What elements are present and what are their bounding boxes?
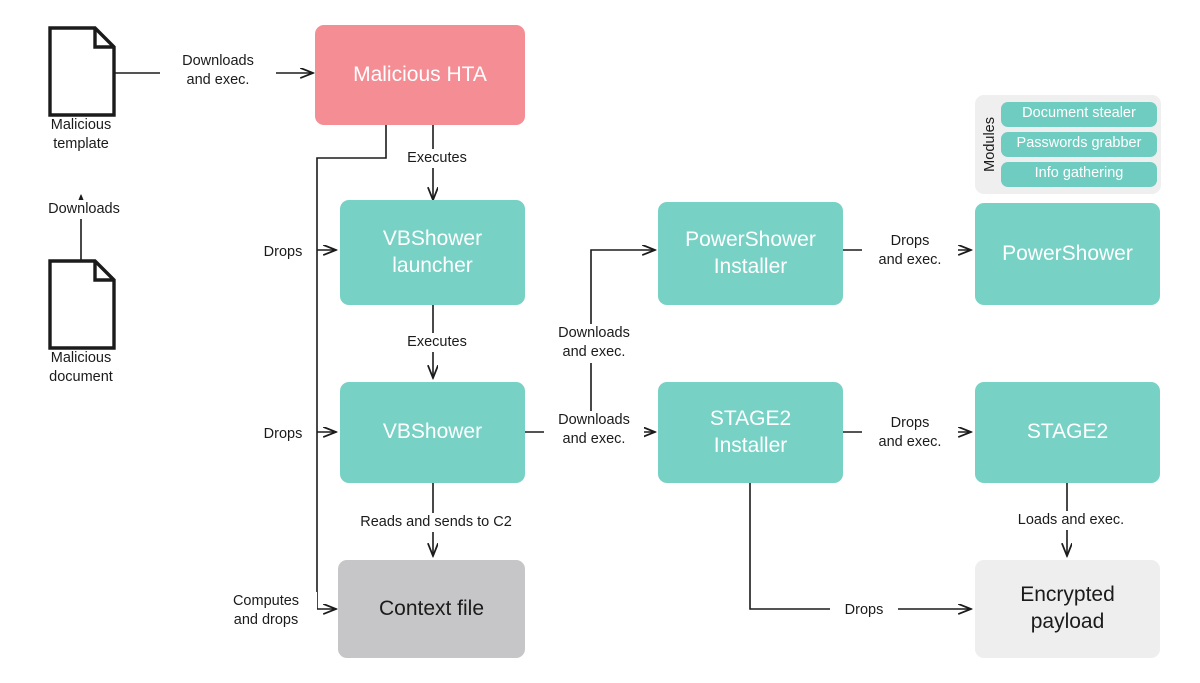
- edge-label-downloads: Downloads: [31, 200, 137, 220]
- modules-panel-title: Modules: [982, 117, 998, 172]
- edge-label-downloads-and-exec-template-hta: Downloads and exec.: [160, 52, 276, 91]
- wire-stage2-installer-to-payload: [749, 483, 971, 609]
- edge-label-drops-and-exec-stage2: Drops and exec.: [862, 414, 958, 453]
- edge-label-loads-and-exec: Loads and exec.: [999, 511, 1143, 531]
- modules-pill-list: Document stealer Passwords grabber Info …: [1001, 97, 1161, 192]
- edge-label-drops-launcher: Drops: [251, 243, 315, 263]
- malicious-document-label: Malicious document: [49, 350, 113, 386]
- node-vbshower-launcher[interactable]: VBShower launcher: [340, 200, 525, 305]
- node-stage2-installer[interactable]: STAGE2 Installer: [658, 382, 843, 483]
- malicious-template-icon: [47, 25, 117, 123]
- modules-panel: Modules Document stealer Passwords grabb…: [975, 95, 1161, 194]
- module-item-passwords-grabber[interactable]: Passwords grabber: [1001, 132, 1157, 157]
- infection-chain-diagram: Malicious template Malicious document Ma…: [0, 0, 1200, 683]
- edge-label-drops-payload: Drops: [830, 601, 898, 621]
- node-context-file[interactable]: Context file: [338, 560, 525, 658]
- edge-label-executes-hta-launcher: Executes: [391, 149, 483, 169]
- node-powershower-installer[interactable]: PowerShower Installer: [658, 202, 843, 305]
- module-item-info-gathering[interactable]: Info gathering: [1001, 161, 1157, 187]
- node-vbshower[interactable]: VBShower: [340, 382, 525, 483]
- malicious-document-icon: [47, 258, 117, 356]
- node-stage2[interactable]: STAGE2: [975, 382, 1160, 483]
- edge-label-drops-vbshower: Drops: [251, 425, 315, 445]
- edge-label-downloads-and-exec-powershower-installer: Downloads and exec.: [544, 324, 644, 363]
- wire-hta-spine: [316, 125, 387, 609]
- node-powershower[interactable]: PowerShower: [975, 203, 1160, 305]
- node-encrypted-payload[interactable]: Encrypted payload: [975, 560, 1160, 658]
- edge-label-computes-and-drops: Computes and drops: [215, 592, 317, 631]
- edge-label-downloads-and-exec-stage2-installer: Downloads and exec.: [544, 411, 644, 450]
- edge-label-executes-launcher-vbshower: Executes: [391, 333, 483, 353]
- malicious-template-label: Malicious template: [50, 117, 112, 153]
- node-malicious-hta[interactable]: Malicious HTA: [315, 25, 525, 125]
- edge-label-reads-and-sends-to-c2: Reads and sends to C2: [343, 513, 529, 533]
- edge-label-drops-and-exec-powershower: Drops and exec.: [862, 232, 958, 271]
- module-item-document-stealer[interactable]: Document stealer: [1001, 102, 1157, 128]
